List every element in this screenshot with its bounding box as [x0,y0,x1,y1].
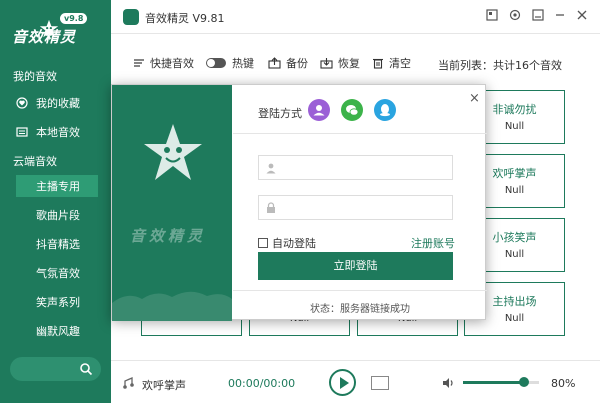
close-icon[interactable] [575,9,589,23]
sidebar: v9.8 音效精灵 我的音效 我的收藏 本地音效 云端音效 主播专用 歌曲片段 … [0,0,111,403]
auto-login-checkbox[interactable]: 自动登陆 [258,235,316,251]
dialog-close-button[interactable]: × [469,91,480,106]
volume-handle[interactable] [518,377,529,387]
qq-icon[interactable] [374,99,396,121]
trash-icon [373,58,383,69]
sidebar-item-humor[interactable]: 幽默风趣 [16,320,98,342]
sidebar-item-label: 幽默风趣 [36,325,80,338]
section-cloud-sounds: 云端音效 [13,155,57,168]
folder-icon [16,127,28,137]
hills-decoration [112,291,232,321]
sidebar-item-label: 抖音精选 [36,238,80,251]
lock-icon [267,202,275,213]
sidebar-item-label: 笑声系列 [36,296,80,309]
volume-fill [463,381,524,384]
clear-button[interactable]: 清空 [372,51,411,75]
wechat-icon[interactable] [341,99,363,121]
backup-label: 备份 [286,57,308,70]
toggle-switch[interactable] [206,58,226,68]
hotkey-label: 热键 [232,57,254,70]
sidebar-item-label: 气氛音效 [36,267,80,280]
playback-time: 00:00/00:00 [228,377,296,390]
sidebar-item-local[interactable]: 本地音效 [16,121,98,143]
sidebar-item-song-clips[interactable]: 歌曲片段 [16,204,98,226]
username-input[interactable] [281,160,446,175]
window-title: 音效精灵 V9.81 [145,12,225,25]
volume-percent: 80% [551,377,576,390]
settings-icon[interactable] [508,9,522,23]
login-dialog: 音效精灵 × 登陆方式 自动登陆 注册账号 立即登陆 状态：服务器链接成功 [111,84,487,321]
hotkey-toggle[interactable]: 热键 [206,51,254,75]
login-brand-text: 音效精灵 [130,227,207,245]
sidebar-item-label: 歌曲片段 [36,209,80,222]
login-method-label: 登陆方式 [258,107,302,120]
star-mascot-icon [144,124,202,180]
list-count: 当前列表：共计16个音效 [438,59,562,72]
list-icon [134,59,144,67]
minimize-icon[interactable] [553,9,567,23]
title-bar: 音效精灵 V9.81 [111,0,600,34]
play-button[interactable] [329,369,356,396]
heart-icon [16,97,28,109]
sidebar-item-streamer[interactable]: 主播专用 [16,175,98,197]
section-my-sounds: 我的音效 [13,70,57,83]
divider [233,290,487,291]
sidebar-item-atmosphere[interactable]: 气氛音效 [16,262,98,284]
account-login-icon[interactable] [308,99,330,121]
app-logo: v9.8 音效精灵 [0,0,111,56]
loop-icon[interactable] [371,376,389,390]
upload-icon [268,57,281,69]
server-status: 状态：服务器链接成功 [310,304,410,315]
sidebar-item-douyin[interactable]: 抖音精选 [16,233,98,255]
volume-slider[interactable] [463,377,539,387]
divider [233,133,487,134]
sidebar-item-favorites[interactable]: 我的收藏 [16,92,98,114]
clear-label: 清空 [389,57,411,70]
sidebar-item-label: 我的收藏 [36,97,80,110]
player-bar: 欢呼掌声 00:00/00:00 80% [111,360,600,403]
mini-mode-icon[interactable] [531,9,545,23]
toolbar: 快捷音效 热键 备份 恢复 清空 当前列表：共计16个音效 [111,51,600,75]
sidebar-item-label: 本地音效 [36,126,80,139]
sidebar-search[interactable] [10,357,101,381]
restore-label: 恢复 [338,57,360,70]
search-icon[interactable] [79,362,93,376]
volume-icon[interactable] [441,376,455,390]
login-button[interactable]: 立即登陆 [258,252,453,280]
app-icon [123,9,139,25]
restore-button[interactable]: 恢复 [320,51,360,75]
username-field[interactable] [258,155,453,180]
quick-sound-label: 快捷音效 [150,57,194,70]
now-playing-title: 欢呼掌声 [142,379,186,392]
register-link[interactable]: 注册账号 [411,235,455,251]
grid-icon[interactable] [485,9,499,23]
sidebar-item-label: 主播专用 [36,180,80,193]
download-icon [320,58,333,69]
login-brand-panel: 音效精灵 [112,85,232,321]
password-field[interactable] [258,195,453,220]
checkbox-box[interactable] [258,238,268,248]
password-input[interactable] [281,200,446,215]
sidebar-item-laughter[interactable]: 笑声系列 [16,291,98,313]
auto-login-label: 自动登陆 [272,237,316,250]
logo-text: 音效精灵 [12,28,77,46]
music-note-icon [123,377,134,389]
version-badge: v9.8 [60,13,88,24]
quick-sound-button[interactable]: 快捷音效 [133,51,194,75]
backup-button[interactable]: 备份 [268,51,308,75]
user-icon [266,163,276,174]
